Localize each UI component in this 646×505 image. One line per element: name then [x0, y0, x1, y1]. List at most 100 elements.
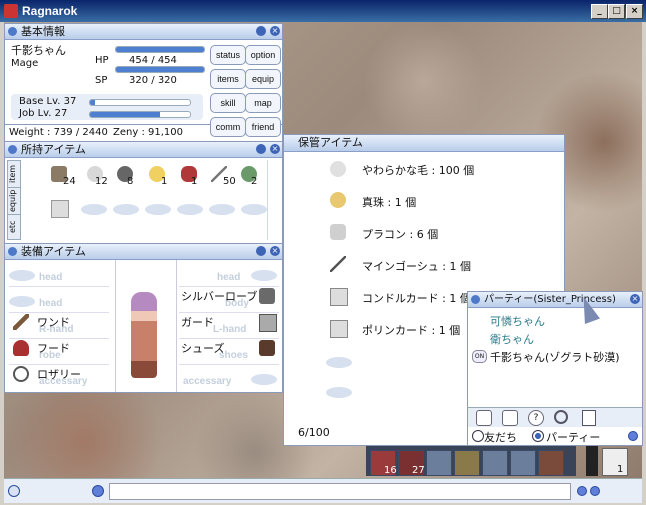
- chat-icon[interactable]: [502, 410, 518, 426]
- pearl-icon[interactable]: [330, 192, 346, 208]
- party-member[interactable]: 可憐ちゃん: [490, 313, 545, 329]
- comm-button[interactable]: comm: [210, 117, 246, 137]
- empty-slot[interactable]: [241, 204, 267, 215]
- divider: [9, 338, 109, 339]
- main-gauche-icon[interactable]: [330, 256, 346, 272]
- friends-radio[interactable]: [472, 430, 484, 442]
- party-tab-label[interactable]: パーティー: [546, 429, 600, 445]
- friend-button[interactable]: friend: [245, 117, 281, 137]
- empty-slot[interactable]: [177, 204, 203, 215]
- equip-item-name[interactable]: シルバーローブ: [181, 288, 257, 304]
- party-member[interactable]: 千影ちゃん(ゾグラト砂漠): [490, 349, 620, 365]
- item-qty: 50: [223, 176, 236, 187]
- item-qty: 1: [191, 176, 198, 187]
- chat-scroll-icon[interactable]: [590, 486, 600, 496]
- zeny-text: Zeny : 91,100: [113, 127, 183, 138]
- tab-equip[interactable]: equip: [7, 187, 21, 215]
- inventory-header[interactable]: 所持アイテム ×: [5, 142, 282, 158]
- card-icon[interactable]: [330, 320, 348, 338]
- empty-slot[interactable]: [81, 204, 107, 215]
- storage-item[interactable]: やわらかな毛 : 100 個: [362, 162, 474, 178]
- party-member[interactable]: 衛ちゃん: [490, 331, 534, 347]
- window-bullet-icon: [8, 27, 17, 36]
- storage-item[interactable]: 真珠 : 1 個: [362, 194, 416, 210]
- minimize-circle-icon[interactable]: [256, 144, 266, 154]
- skill-slot[interactable]: [538, 450, 564, 476]
- plaster-icon[interactable]: [330, 224, 346, 240]
- minimize-circle-icon[interactable]: [256, 246, 266, 256]
- party-header[interactable]: パーティー(Sister_Princess) ×: [468, 292, 642, 308]
- storage-item[interactable]: マインゴーシュ : 1 個: [362, 258, 471, 274]
- close-circle-icon[interactable]: ×: [270, 26, 280, 36]
- close-circle-icon[interactable]: [628, 431, 638, 441]
- empty-slot[interactable]: [326, 387, 352, 398]
- add-member-icon[interactable]: [476, 410, 492, 426]
- inventory-scrollbar[interactable]: [267, 160, 280, 240]
- storage-item[interactable]: プラコン : 6 個: [362, 226, 438, 242]
- option-button[interactable]: option: [245, 45, 281, 65]
- sp-bar-fill: [116, 67, 204, 72]
- basic-info-header[interactable]: 基本情報 ×: [5, 24, 282, 40]
- empty-slot[interactable]: [326, 357, 352, 368]
- storage-header[interactable]: 保管アイテム: [284, 135, 564, 152]
- equip-item-name[interactable]: ワンド: [37, 314, 70, 330]
- guard-icon[interactable]: [259, 314, 277, 332]
- equipped-weapon-slot[interactable]: [602, 448, 628, 476]
- trash-icon[interactable]: [582, 410, 596, 426]
- empty-slot[interactable]: [9, 270, 35, 281]
- skill-slot[interactable]: [482, 450, 508, 476]
- chat-mode-icon[interactable]: [92, 485, 104, 497]
- empty-slot[interactable]: [9, 296, 35, 307]
- skill-slot[interactable]: [454, 450, 480, 476]
- storage-item[interactable]: ポリンカード : 1 個: [362, 322, 460, 338]
- empty-slot[interactable]: [145, 204, 171, 215]
- skill-slot[interactable]: [426, 450, 452, 476]
- equip-item-name[interactable]: シューズ: [181, 340, 224, 356]
- window-title-bar[interactable]: Ragnarok _ □ ×: [0, 0, 646, 22]
- divider: [179, 286, 279, 287]
- empty-slot[interactable]: [251, 374, 277, 385]
- close-button[interactable]: ×: [626, 4, 643, 19]
- shoes-icon[interactable]: [259, 340, 275, 356]
- close-circle-icon[interactable]: ×: [270, 246, 280, 256]
- empty-slot[interactable]: [251, 270, 277, 281]
- job-exp-bar: [89, 111, 191, 118]
- divider: [179, 338, 279, 339]
- minimize-button[interactable]: _: [591, 4, 608, 19]
- party-radio[interactable]: [532, 430, 544, 442]
- wand-icon[interactable]: [13, 314, 29, 330]
- chat-option-icon[interactable]: [577, 486, 587, 496]
- maximize-button[interactable]: □: [608, 4, 625, 19]
- close-circle-icon[interactable]: ×: [630, 294, 640, 304]
- skill-slot[interactable]: [510, 450, 536, 476]
- hood-icon[interactable]: [13, 340, 29, 356]
- hotbar-scroll[interactable]: [586, 446, 598, 476]
- equipment-header[interactable]: 装備アイテム ×: [5, 244, 282, 260]
- storage-item[interactable]: コンドルカード : 1 個: [362, 290, 471, 306]
- minimize-circle-icon[interactable]: [256, 26, 266, 36]
- empty-slot[interactable]: [209, 204, 235, 215]
- tab-etc[interactable]: etc: [7, 214, 21, 240]
- help-icon[interactable]: ?: [528, 410, 544, 426]
- search-icon[interactable]: [554, 410, 568, 424]
- friends-tab-label[interactable]: 友だち: [484, 429, 517, 445]
- robe-icon[interactable]: [259, 288, 275, 304]
- close-circle-icon[interactable]: ×: [270, 144, 280, 154]
- card-icon[interactable]: [330, 288, 348, 306]
- status-button[interactable]: status: [210, 45, 246, 65]
- items-button[interactable]: items: [210, 69, 246, 89]
- equipment-title: 装備アイテム: [21, 245, 86, 258]
- equip-item-name[interactable]: ロザリー: [37, 366, 81, 382]
- equip-item-name[interactable]: フード: [37, 340, 70, 356]
- rosary-icon[interactable]: [13, 366, 29, 382]
- skill-button[interactable]: skill: [210, 93, 246, 113]
- equip-item-name[interactable]: ガード: [181, 314, 214, 330]
- empty-slot[interactable]: [113, 204, 139, 215]
- card-icon[interactable]: [51, 200, 69, 218]
- chat-input[interactable]: [109, 483, 571, 500]
- feather-icon[interactable]: [330, 161, 346, 177]
- equip-button[interactable]: equip: [245, 69, 281, 89]
- job-exp-fill: [90, 112, 160, 117]
- tab-item[interactable]: item: [7, 160, 21, 188]
- map-button[interactable]: map: [245, 93, 281, 113]
